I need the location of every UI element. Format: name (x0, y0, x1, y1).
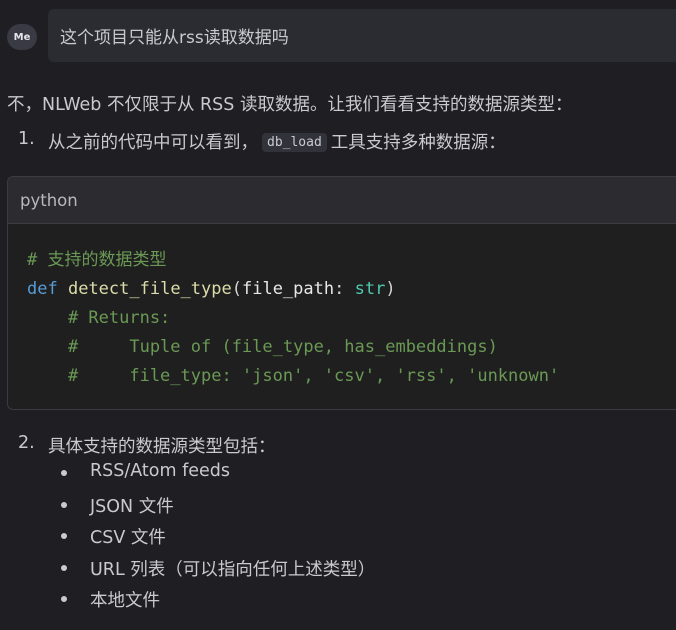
list-number-2: 2. (18, 433, 35, 453)
code-block: python # 支持的数据类型 def detect_file_type(fi… (7, 176, 676, 410)
code-line-3: # Returns: (27, 308, 171, 328)
code-block-header: python (8, 177, 676, 224)
inline-code-db-load: db_load (262, 133, 327, 152)
code-line-5: # file_type: 'json', 'csv', 'rss', 'unkn… (27, 366, 560, 386)
code-type-str: str (354, 279, 386, 299)
code-param: file_path (241, 279, 335, 299)
bullet-icon (61, 564, 67, 571)
chat-page: Me 这个项目只能从rss读取数据吗 不，NLWeb 不仅限于从 RSS 读取数… (0, 0, 676, 630)
user-avatar: Me (7, 24, 37, 50)
user-message-text: 这个项目只能从rss读取数据吗 (60, 28, 289, 48)
code-colon: : (334, 279, 355, 299)
code-paren-open: ( (231, 279, 242, 299)
list-item-1-text-after: 工具支持多种数据源： (330, 133, 506, 153)
bullet-text: CSV 文件 (90, 528, 166, 548)
code-line-1: # 支持的数据类型 (27, 250, 167, 270)
list-item-2: 具体支持的数据源类型包括： (48, 437, 276, 457)
bullet-icon (61, 596, 67, 602)
bullet-icon (61, 533, 67, 539)
list-item-1: 从之前的代码中可以看到， db_load 工具支持多种数据源： (48, 129, 506, 154)
list-item: URL 列表（可以指向任何上述类型） (59, 556, 375, 588)
list-item: 本地文件 (59, 587, 375, 619)
code-body[interactable]: # 支持的数据类型 def detect_file_type(file_path… (8, 224, 676, 391)
answer-intro: 不，NLWeb 不仅限于从 RSS 读取数据。让我们看看支持的数据源类型： (7, 95, 573, 115)
user-message-bubble[interactable]: 这个项目只能从rss读取数据吗 (48, 9, 676, 62)
code-keyword-def: def (27, 279, 58, 299)
code-paren-close: ) (385, 279, 396, 299)
bullet-text: URL 列表（可以指向任何上述类型） (90, 559, 376, 580)
bullet-icon (61, 501, 67, 508)
data-source-list: RSS/Atom feeds JSON 文件 CSV 文件 URL 列表（可以指… (59, 461, 375, 619)
code-function-name: detect_file_type (67, 279, 232, 299)
list-item-1-text-before: 从之前的代码中可以看到， (48, 133, 258, 153)
bullet-text: 本地文件 (90, 591, 160, 611)
code-line-2: def detect_file_type(file_path: str) (27, 279, 396, 299)
list-item: CSV 文件 (59, 524, 375, 556)
bullet-text: RSS/Atom feeds (90, 461, 231, 481)
list-item: JSON 文件 (59, 493, 375, 525)
bullet-icon (61, 470, 67, 476)
user-message-row: Me 这个项目只能从rss读取数据吗 (7, 9, 676, 62)
list-item: RSS/Atom feeds (59, 461, 375, 493)
code-language-label: python (20, 190, 78, 210)
list-number-1: 1. (18, 129, 35, 149)
code-line-4: # Tuple of (file_type, has_embeddings) (27, 337, 498, 357)
bullet-text: JSON 文件 (90, 496, 174, 517)
